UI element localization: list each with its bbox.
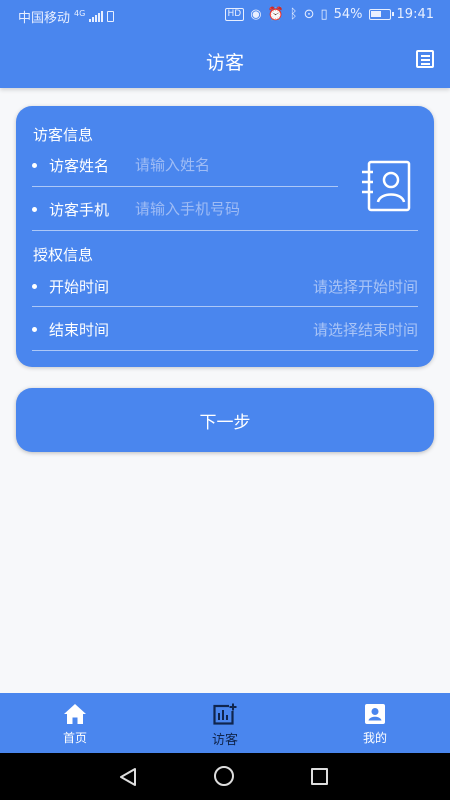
bluetooth-icon: ᛒ bbox=[289, 7, 298, 22]
bullet-dot bbox=[32, 206, 37, 212]
tab-home-label: 首页 bbox=[62, 731, 87, 745]
end-time-label: 结束时间 bbox=[49, 320, 110, 339]
app-header: 中国移动 4G HD ◉ ⏰ ᛒ ⊙ ▯ 54% 19:41 访客 bbox=[0, 0, 450, 88]
alarm-icon: ⏰ bbox=[267, 7, 284, 22]
location-icon: ⊙ bbox=[303, 7, 315, 22]
visitor-info-heading: 访客信息 bbox=[33, 126, 94, 144]
list-icon[interactable] bbox=[416, 50, 434, 68]
tab-profile[interactable]: 我的 bbox=[315, 693, 435, 753]
vibrate-icon: ▯ bbox=[320, 7, 328, 22]
end-time-picker[interactable]: 请选择结束时间 bbox=[313, 319, 418, 340]
tab-visitor-label: 访客 bbox=[211, 733, 238, 748]
visitor-phone-label: 访客手机 bbox=[49, 200, 110, 219]
back-icon[interactable] bbox=[118, 767, 138, 787]
visitor-form-card: 访客信息 访客姓名 访客手机 授权信息 开始时间 请选择开始时间 结束时间 请选… bbox=[16, 106, 434, 367]
battery-icon bbox=[368, 9, 394, 20]
status-left: 中国移动 4G bbox=[18, 7, 115, 26]
visitor-name-row: 访客姓名 bbox=[32, 154, 335, 176]
divider bbox=[32, 230, 418, 231]
page-title: 访客 bbox=[205, 52, 244, 74]
start-time-picker[interactable]: 请选择开始时间 bbox=[313, 276, 418, 297]
battery-percent: 54% bbox=[333, 7, 363, 22]
home-icon bbox=[64, 704, 86, 724]
auth-info-heading: 授权信息 bbox=[33, 246, 94, 264]
visitor-phone-input[interactable] bbox=[135, 200, 365, 218]
hd-badge: HD bbox=[224, 8, 245, 21]
visitor-name-label: 访客姓名 bbox=[49, 156, 110, 175]
divider bbox=[32, 186, 338, 187]
divider bbox=[32, 350, 418, 351]
contact-card-icon bbox=[362, 160, 411, 212]
tab-home[interactable]: 首页 bbox=[15, 693, 135, 753]
status-bar: 中国移动 4G HD ◉ ⏰ ᛒ ⊙ ▯ 54% 19:41 bbox=[0, 0, 450, 30]
signal-icon bbox=[89, 11, 104, 22]
bottom-tab-bar: 首页 访客 我的 bbox=[0, 693, 450, 753]
start-time-label: 开始时间 bbox=[49, 277, 110, 296]
visitor-name-input[interactable] bbox=[135, 156, 335, 174]
sim-icon bbox=[107, 11, 115, 22]
visitor-add-icon bbox=[213, 703, 237, 725]
recent-apps-icon[interactable] bbox=[311, 768, 328, 785]
bullet-dot bbox=[32, 283, 37, 289]
eye-icon: ◉ bbox=[250, 7, 262, 22]
bullet-dot bbox=[32, 326, 37, 332]
next-step-button[interactable]: 下一步 bbox=[16, 388, 434, 452]
clock-time: 19:41 bbox=[396, 7, 434, 22]
tab-visitor[interactable]: 访客 bbox=[165, 693, 285, 753]
tab-profile-label: 我的 bbox=[362, 731, 387, 745]
divider bbox=[32, 306, 418, 307]
bullet-dot bbox=[32, 162, 37, 168]
visitor-phone-row: 访客手机 bbox=[32, 198, 365, 220]
network-type: 4G bbox=[74, 9, 86, 18]
carrier-name: 中国移动 bbox=[18, 11, 71, 26]
system-nav-bar bbox=[0, 753, 450, 800]
home-circle-icon[interactable] bbox=[214, 766, 234, 786]
profile-icon bbox=[365, 704, 385, 724]
status-right: HD ◉ ⏰ ᛒ ⊙ ▯ 54% 19:41 bbox=[224, 7, 434, 22]
